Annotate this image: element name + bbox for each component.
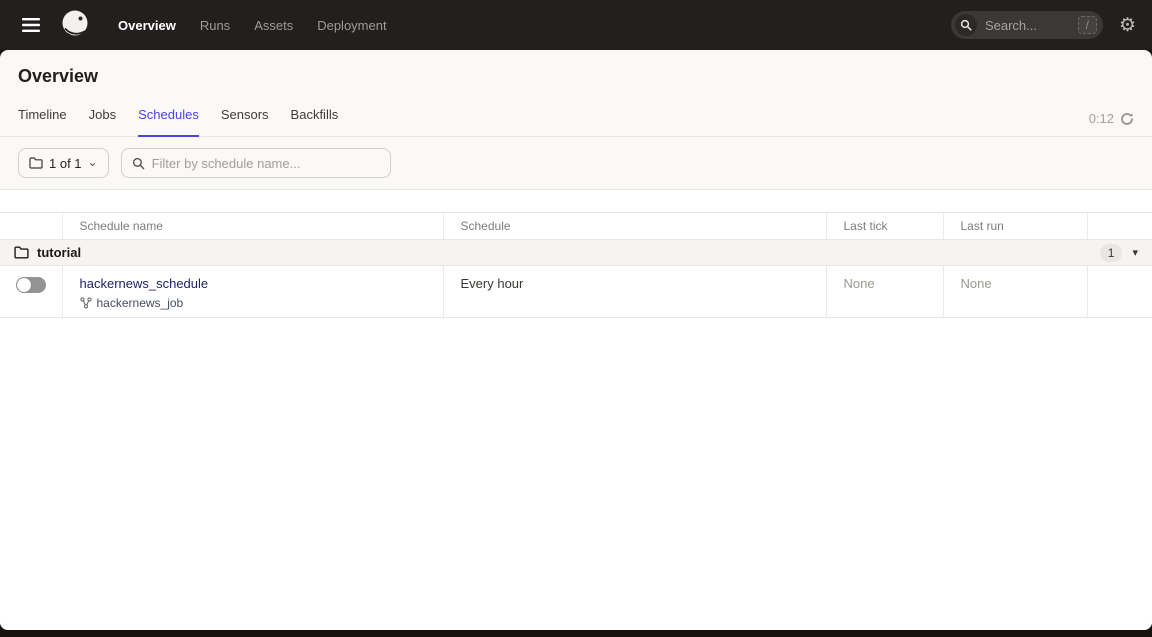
hamburger-menu-icon[interactable] <box>14 8 48 42</box>
schedules-section: Schedule name Schedule Last tick Last ru… <box>0 190 1152 630</box>
schedule-name-link[interactable]: hackernews_schedule <box>80 276 209 291</box>
tab-timeline[interactable]: Timeline <box>18 101 67 137</box>
filter-bar: 1 of 1 ⌄ <box>0 137 1152 190</box>
tab-schedules[interactable]: Schedules <box>138 101 199 137</box>
global-search-input[interactable] <box>985 18 1065 33</box>
content-area: Overview Timeline Jobs Schedules Sensors… <box>0 50 1152 630</box>
header-toggle-column <box>0 213 62 240</box>
search-shortcut-badge: / <box>1078 16 1097 34</box>
nav-item-overview[interactable]: Overview <box>118 18 176 33</box>
group-count-badge: 1 <box>1100 244 1123 262</box>
repo-selector-button[interactable]: 1 of 1 ⌄ <box>18 148 109 178</box>
tabs: Timeline Jobs Schedules Sensors Backfill… <box>18 101 338 136</box>
group-name: tutorial <box>37 245 81 260</box>
last-tick-cell: None <box>826 266 943 318</box>
tabs-row: Timeline Jobs Schedules Sensors Backfill… <box>0 101 1152 137</box>
job-name-link[interactable]: hackernews_job <box>97 296 184 310</box>
refresh-icon[interactable] <box>1120 112 1134 126</box>
chevron-down-icon: ⌄ <box>88 156 98 168</box>
folder-icon <box>29 157 43 169</box>
folder-icon <box>14 246 29 259</box>
refresh-timer: 0:12 <box>1089 111 1114 126</box>
tab-backfills[interactable]: Backfills <box>291 101 339 137</box>
caret-down-icon[interactable]: ▾ <box>1132 246 1138 259</box>
schedule-name-cell: hackernews_schedule hackernews_job <box>62 266 443 318</box>
schedules-table: Schedule name Schedule Last tick Last ru… <box>0 212 1152 318</box>
filter-search-icon <box>132 157 145 170</box>
schedule-filter-input[interactable] <box>152 156 380 171</box>
table-header-row: Schedule name Schedule Last tick Last ru… <box>0 213 1152 240</box>
actions-cell <box>1087 266 1152 318</box>
toggle-cell <box>0 266 62 318</box>
gear-icon[interactable]: ⚙ <box>1119 16 1136 35</box>
header-actions-column <box>1087 213 1152 240</box>
job-icon <box>80 297 92 309</box>
nav-links: Overview Runs Assets Deployment <box>118 18 387 33</box>
repo-selector-label: 1 of 1 <box>49 156 82 171</box>
tab-sensors[interactable]: Sensors <box>221 101 269 137</box>
schedule-toggle[interactable] <box>16 277 46 293</box>
nav-item-runs[interactable]: Runs <box>200 18 230 33</box>
page-header: Overview <box>0 50 1152 87</box>
global-search[interactable]: / <box>951 11 1103 39</box>
dagster-logo-icon[interactable] <box>58 7 94 43</box>
schedule-row: hackernews_schedule hackernews_job Every… <box>0 266 1152 318</box>
group-row-tutorial[interactable]: tutorial 1 ▾ <box>0 240 1152 266</box>
nav-item-assets[interactable]: Assets <box>254 18 293 33</box>
search-icon <box>955 14 977 36</box>
page-title: Overview <box>18 65 1134 87</box>
schedule-filter[interactable] <box>121 148 391 178</box>
header-last-tick: Last tick <box>826 213 943 240</box>
header-schedule-name: Schedule name <box>62 213 443 240</box>
schedule-cron-cell: Every hour <box>443 266 826 318</box>
top-nav: Overview Runs Assets Deployment / ⚙ <box>0 0 1152 50</box>
last-run-cell: None <box>943 266 1087 318</box>
nav-item-deployment[interactable]: Deployment <box>317 18 386 33</box>
header-schedule: Schedule <box>443 213 826 240</box>
header-last-run: Last run <box>943 213 1087 240</box>
tab-jobs[interactable]: Jobs <box>89 101 116 137</box>
